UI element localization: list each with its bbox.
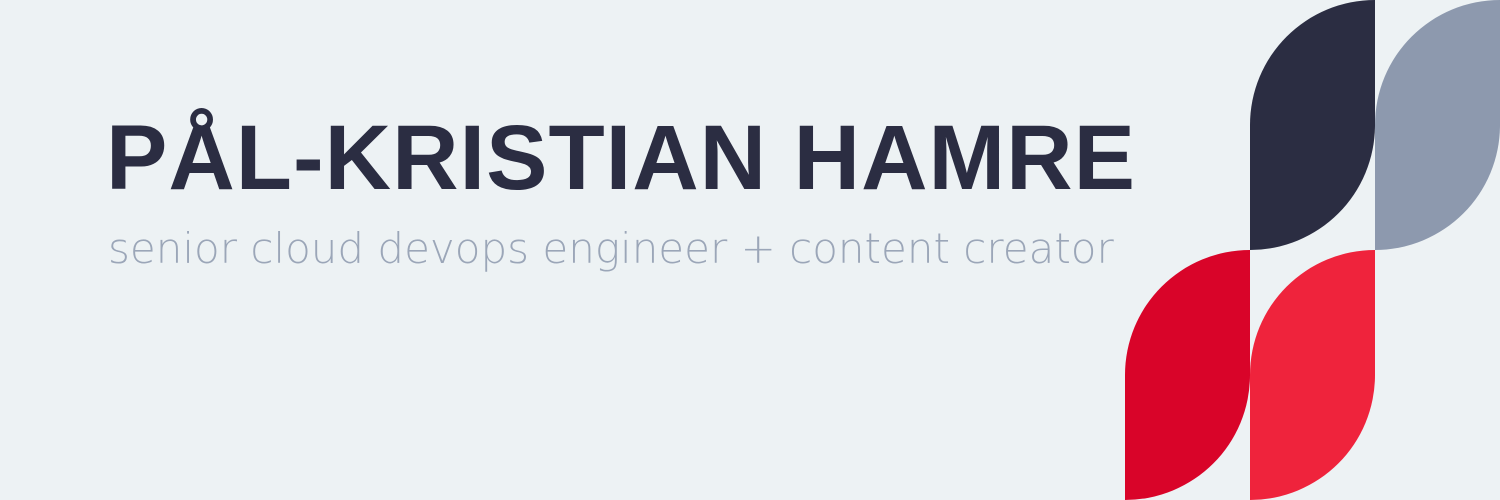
profile-banner: PÅL-KRISTIAN HAMRE senior cloud devops e… xyxy=(0,0,1500,500)
slate-leaf-shape xyxy=(1375,0,1500,250)
red-leaf-shape xyxy=(1250,250,1375,500)
dark-red-leaf-shape xyxy=(1125,250,1250,500)
navy-leaf-shape xyxy=(1250,0,1375,250)
decorative-shapes xyxy=(1125,0,1500,500)
